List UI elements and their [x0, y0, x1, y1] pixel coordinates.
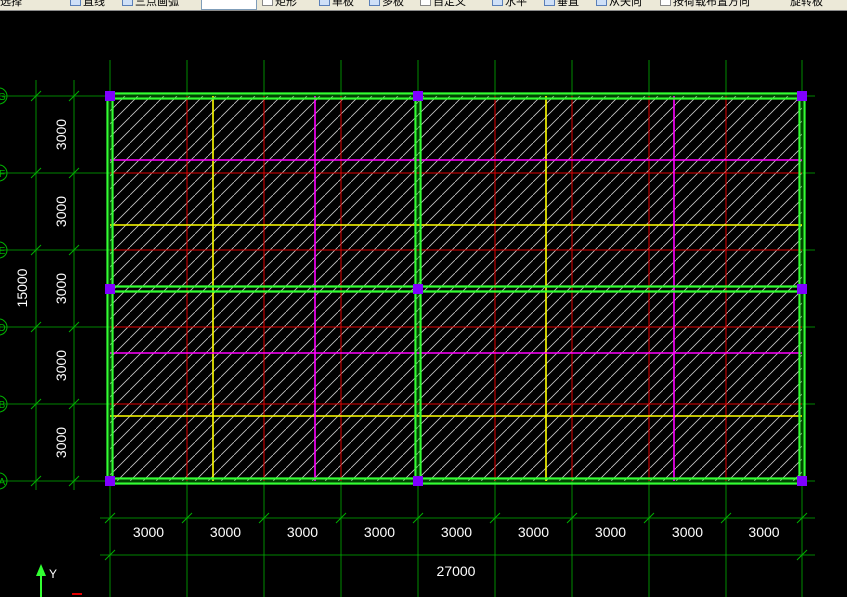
ucs-arrow-icon [36, 564, 46, 576]
column[interactable] [797, 91, 807, 101]
column[interactable] [105, 284, 115, 294]
dimension-text-vertical: 3000 [53, 119, 69, 150]
dimension-text-horizontal: 3000 [210, 524, 241, 540]
dimension-text-vertical: 3000 [53, 427, 69, 458]
dimension-total-horizontal: 27000 [437, 563, 476, 579]
dimension-text-horizontal: 3000 [287, 524, 318, 540]
dimension-text-horizontal: 3000 [364, 524, 395, 540]
cad-drawing-canvas[interactable]: 3000 3000 3000 3000 3000 3000 3000 3000 3000 2700… [0, 0, 847, 597]
dimension-text-vertical: 3000 [53, 273, 69, 304]
dimension-total-vertical: 15000 [14, 268, 30, 307]
axis-bubble-label: F [0, 169, 5, 180]
axis-bubble-label: B [0, 400, 6, 411]
column[interactable] [413, 284, 423, 294]
dimension-text-vertical: 3000 [53, 196, 69, 227]
dimension-text-horizontal: 3000 [441, 524, 472, 540]
column[interactable] [413, 91, 423, 101]
slab-hatch[interactable] [418, 289, 802, 481]
dimension-text-vertical: 3000 [53, 350, 69, 381]
column[interactable] [105, 476, 115, 486]
column[interactable] [797, 284, 807, 294]
dimension-text-horizontal: 3000 [748, 524, 779, 540]
dimension-text-horizontal: 3000 [133, 524, 164, 540]
dimension-text-horizontal: 3000 [672, 524, 703, 540]
axis-bubble-label: D [0, 323, 6, 334]
ucs-y-label: Y [49, 567, 57, 581]
column[interactable] [413, 476, 423, 486]
slab-hatch[interactable] [418, 96, 802, 289]
axis-bubble-label: E [0, 246, 6, 257]
column[interactable] [105, 91, 115, 101]
column[interactable] [797, 476, 807, 486]
dimension-text-horizontal: 3000 [595, 524, 626, 540]
axis-bubble-label: A [0, 477, 6, 488]
axis-bubble-label: G [0, 92, 6, 103]
dimension-text-horizontal: 3000 [518, 524, 549, 540]
